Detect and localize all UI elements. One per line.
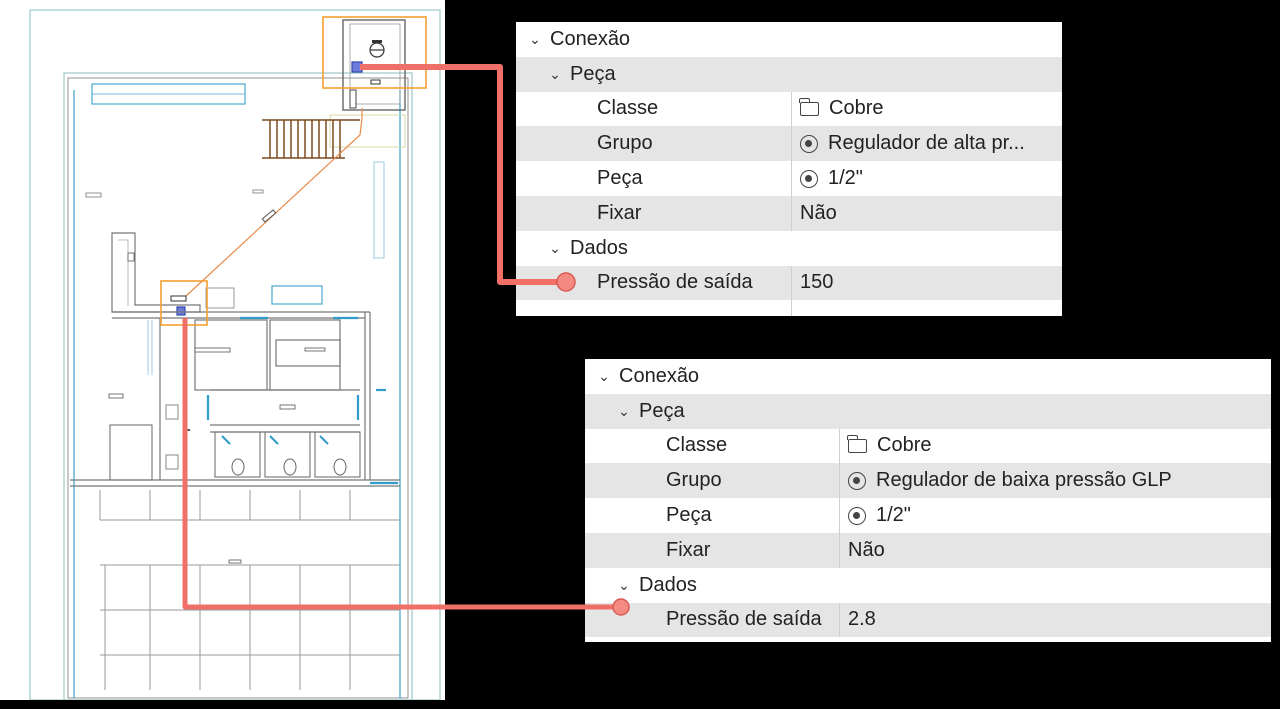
property-row-group[interactable]: Grupo Regulador de alta pr... [516, 126, 1062, 162]
chevron-down-icon[interactable]: ⌄ [617, 577, 631, 594]
property-label: Classe [666, 434, 728, 457]
chevron-down-icon[interactable]: ⌄ [617, 403, 631, 420]
property-value[interactable]: 1/2" [791, 161, 1062, 196]
floor-plan-drawing [29, 9, 441, 700]
property-value[interactable]: 150 [791, 265, 1062, 301]
property-value[interactable]: Não [791, 195, 1062, 231]
property-row-class[interactable]: Classe Cobre [516, 91, 1062, 127]
subsection-data[interactable]: ⌄ Dados [516, 231, 1062, 266]
target-icon [848, 471, 866, 490]
property-label: Grupo [666, 469, 722, 492]
property-value-text: 2.8 [848, 608, 876, 631]
properties-panel-low-pressure: ⌄ Conexão ⌄ Peça Classe Cobre Grupo Regu… [585, 359, 1271, 642]
property-value-text: Não [800, 201, 837, 224]
property-row-class[interactable]: Classe Cobre [585, 428, 1271, 464]
section-label: Conexão [550, 27, 631, 50]
subsection-piece[interactable]: ⌄ Peça [585, 393, 1271, 429]
property-value-text: 1/2" [876, 504, 911, 527]
property-row-fix[interactable]: Fixar Não [585, 532, 1271, 568]
subsection-piece[interactable]: ⌄ Peça [516, 56, 1062, 92]
property-label: Pressão de saída [666, 608, 822, 631]
floor-plan-view[interactable] [0, 0, 445, 700]
property-row-piece[interactable]: Peça 1/2" [516, 161, 1062, 196]
property-row-output-pressure[interactable]: Pressão de saída 150 [516, 265, 1062, 301]
chevron-down-icon[interactable]: ⌄ [528, 31, 542, 48]
property-row-fix[interactable]: Fixar Não [516, 195, 1062, 231]
property-label: Grupo [597, 132, 653, 155]
property-value-text: 150 [800, 271, 834, 294]
section-connection[interactable]: ⌄ Conexão [516, 22, 1062, 57]
property-value-empty [791, 300, 1062, 316]
property-value[interactable]: Regulador de alta pr... [791, 126, 1062, 162]
property-row-blank [516, 300, 1062, 316]
property-value[interactable]: 1/2" [839, 498, 1271, 533]
subsection-label: Dados [570, 236, 628, 259]
chevron-down-icon[interactable]: ⌄ [548, 66, 562, 83]
property-label: Fixar [597, 201, 642, 224]
property-value-text: 1/2" [828, 167, 863, 190]
property-row-output-pressure[interactable]: Pressão de saída 2.8 [585, 602, 1271, 638]
property-value[interactable]: Não [839, 532, 1271, 568]
property-label: Classe [597, 97, 659, 120]
property-row-group[interactable]: Grupo Regulador de baixa pressão GLP [585, 463, 1271, 499]
property-value[interactable]: Regulador de baixa pressão GLP [839, 463, 1271, 499]
subsection-label: Dados [639, 573, 697, 596]
properties-panel-high-pressure: ⌄ Conexão ⌄ Peça Classe Cobre Grupo Regu… [516, 22, 1062, 316]
folder-icon [847, 434, 867, 453]
property-value-text: Não [848, 538, 885, 561]
property-label: Peça [597, 167, 643, 190]
property-value-text: Cobre [829, 97, 884, 120]
section-connection[interactable]: ⌄ Conexão [585, 359, 1271, 394]
section-label: Conexão [619, 364, 700, 387]
property-value-text: Cobre [877, 434, 932, 457]
property-value[interactable]: 2.8 [839, 602, 1271, 638]
property-value[interactable]: Cobre [839, 428, 1271, 464]
chevron-down-icon[interactable]: ⌄ [597, 368, 611, 385]
subsection-label: Peça [639, 399, 685, 422]
target-icon [848, 506, 866, 525]
property-value-text: Regulador de baixa pressão GLP [876, 469, 1172, 492]
property-label: Fixar [666, 538, 711, 561]
property-label: Pressão de saída [597, 271, 753, 294]
target-icon [800, 169, 818, 188]
chevron-down-icon[interactable]: ⌄ [548, 240, 562, 257]
property-value-text: Regulador de alta pr... [828, 132, 1025, 155]
subsection-label: Peça [570, 62, 616, 85]
target-icon [800, 134, 818, 153]
property-row-piece[interactable]: Peça 1/2" [585, 498, 1271, 533]
subsection-data[interactable]: ⌄ Dados [585, 568, 1271, 603]
folder-icon [799, 97, 819, 116]
property-label: Peça [666, 504, 712, 527]
property-value[interactable]: Cobre [791, 91, 1062, 127]
